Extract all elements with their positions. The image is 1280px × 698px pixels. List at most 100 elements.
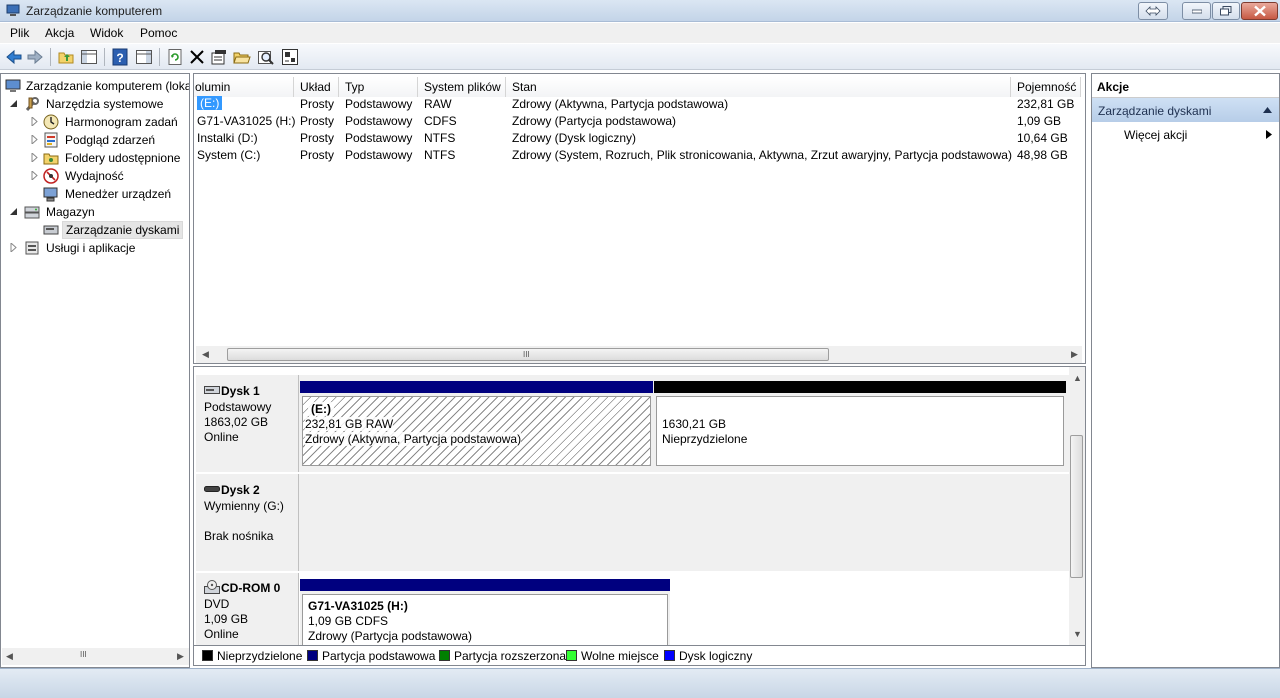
column-header-file-system[interactable]: System plików [418,77,506,97]
performance-icon [43,168,59,184]
submenu-arrow-icon[interactable] [1266,130,1272,139]
table-row[interactable]: Instalki (D:) Prosty Podstawowy NTFS Zdr… [194,129,1084,146]
menu-akcja[interactable]: Akcja [45,26,74,40]
collapsed-arrow-icon[interactable] [30,153,39,162]
volume-file-system: CDFS [424,114,457,128]
cdrom-icon [204,580,220,594]
volume-capacity: 48,98 GB [1017,148,1068,162]
actions-pane: Akcje Zarządzanie dyskami Więcej akcji [1091,73,1280,668]
volume-type: Podstawowy [345,148,413,162]
close-button[interactable] [1241,2,1278,20]
column-header-capacity[interactable]: Pojemność [1011,77,1081,97]
scroll-grip[interactable]: III [80,650,87,659]
disk-1-partitions: (E:) 232,81 GB RAW Zdrowy (Aktywna, Part… [299,375,1069,472]
clock-icon [43,114,59,130]
scroll-right-icon[interactable]: ▶ [1071,349,1078,360]
volume-file-system: NTFS [424,148,456,162]
disk-2-label[interactable]: Dysk 2 Wymienny (G:) Brak nośnika [196,474,299,571]
title-bar: Zarządzanie komputerem [0,0,1280,22]
scroll-up-icon[interactable]: ▲ [1073,373,1082,383]
disk-name: Dysk 2 [221,483,260,497]
column-header-volume[interactable]: olumin [194,77,294,97]
partition-status: Nieprzydzielone [662,432,748,446]
column-header-status[interactable]: Stan [506,77,1011,97]
show-hide-tree-icon[interactable] [80,48,98,66]
volume-list: olumin Układ Typ System plików Stan Poje… [193,73,1086,364]
column-header-layout[interactable]: Układ [294,77,339,97]
search-icon[interactable] [257,48,275,66]
partition-e[interactable]: (E:) 232,81 GB RAW Zdrowy (Aktywna, Part… [300,381,653,469]
more-actions-item[interactable]: Więcej akcji [1124,128,1187,142]
back-arrow-icon[interactable] [5,48,23,66]
disk-2-partitions [299,474,1069,571]
disk-graphical-view: Dysk 1 Podstawowy 1863,02 GB Online (E:)… [193,366,1086,646]
cdrom-0-label[interactable]: CD-ROM 0 DVD 1,09 GB Online [196,573,299,645]
delete-icon[interactable] [188,48,206,66]
svg-text:?: ? [116,51,123,65]
collapsed-arrow-icon[interactable] [9,243,18,252]
up-folder-icon[interactable] [57,48,75,66]
volume-name: G71-VA31025 (H:) [197,114,296,128]
scroll-down-icon[interactable]: ▼ [1073,629,1082,639]
volume-type: Podstawowy [345,97,413,111]
help-icon[interactable]: ? [111,48,129,66]
minimize-button[interactable] [1182,2,1211,20]
partition-size: 1630,21 GB [662,417,727,431]
open-folder-icon[interactable] [233,48,251,66]
menu-bar: Plik Akcja Widok Pomoc [0,23,1280,43]
toolbar-separator [104,48,105,66]
column-header-type[interactable]: Typ [339,77,418,97]
partition-unallocated[interactable]: 1630,21 GB Nieprzydzielone [654,381,1066,469]
scroll-right-icon[interactable]: ▶ [177,651,184,662]
disk-1-label[interactable]: Dysk 1 Podstawowy 1863,02 GB Online [196,375,299,472]
tools-icon [25,97,39,111]
toolbar-separator [159,48,160,66]
maximize-button[interactable] [1212,2,1240,20]
tree-horizontal-scrollbar[interactable]: ◀ III ▶ [2,648,189,665]
collapse-up-icon[interactable] [1263,107,1272,113]
partition-status: Zdrowy (Partycja podstawowa) [308,629,473,643]
disk-view-vertical-scrollbar[interactable]: ▲ ▼ [1069,367,1085,645]
expanded-arrow-icon[interactable] [9,207,18,216]
properties-icon[interactable] [210,48,228,66]
expanded-arrow-icon[interactable] [9,99,18,108]
tree-item-label: Usługi i aplikacje [46,241,136,255]
collapsed-arrow-icon[interactable] [30,117,39,126]
show-hide-action-pane-icon[interactable] [135,48,153,66]
scroll-thumb[interactable] [1070,435,1083,578]
table-row[interactable]: System (C:) Prosty Podstawowy NTFS Zdrow… [194,146,1084,163]
volume-file-system: NTFS [424,131,456,145]
legend-item: Dysk logiczny [664,649,752,663]
restore-alt-button[interactable] [1138,2,1168,20]
disk-settings-icon[interactable] [281,48,299,66]
scroll-thumb[interactable]: III [227,348,829,361]
scroll-left-icon[interactable]: ◀ [202,349,209,360]
disk-size: 1863,02 GB [204,415,269,429]
legend-item: Wolne miejsce [566,649,659,663]
actions-section-disk-management[interactable]: Zarządzanie dyskami [1092,98,1279,122]
disk-name: Dysk 1 [221,384,260,398]
table-row[interactable]: G71-VA31025 (H:) Prosty Podstawowy CDFS … [194,112,1084,129]
navigation-tree: Zarządzanie komputerem (loka Narzędzia s… [0,73,190,668]
toolbar: ? [0,44,1280,70]
disk-type: DVD [204,597,230,611]
volume-capacity: 1,09 GB [1017,114,1062,128]
menu-plik[interactable]: Plik [10,26,29,40]
menu-pomoc[interactable]: Pomoc [140,26,177,40]
volume-list-horizontal-scrollbar[interactable]: ◀ III ▶ [196,346,1082,363]
scroll-left-icon[interactable]: ◀ [6,651,13,662]
volume-layout: Prosty [300,114,335,128]
refresh-icon[interactable] [166,48,184,66]
partition-h[interactable]: G71-VA31025 (H:) 1,09 GB CDFS Zdrowy (Pa… [300,579,670,645]
volume-name: (E:) [197,96,223,110]
tree-item-label: Narzędzia systemowe [46,97,164,111]
forward-arrow-icon[interactable] [26,48,44,66]
table-row[interactable]: (E:) Prosty Podstawowy RAW Zdrowy (Aktyw… [194,95,1084,112]
shared-folder-icon [43,153,59,165]
menu-widok[interactable]: Widok [90,26,123,40]
cdrom-0-partitions: G71-VA31025 (H:) 1,09 GB CDFS Zdrowy (Pa… [299,573,1069,645]
collapsed-arrow-icon[interactable] [30,135,39,144]
collapsed-arrow-icon[interactable] [30,171,39,180]
restore-icon [1220,6,1232,16]
volume-status: Zdrowy (Dysk logiczny) [512,131,637,145]
